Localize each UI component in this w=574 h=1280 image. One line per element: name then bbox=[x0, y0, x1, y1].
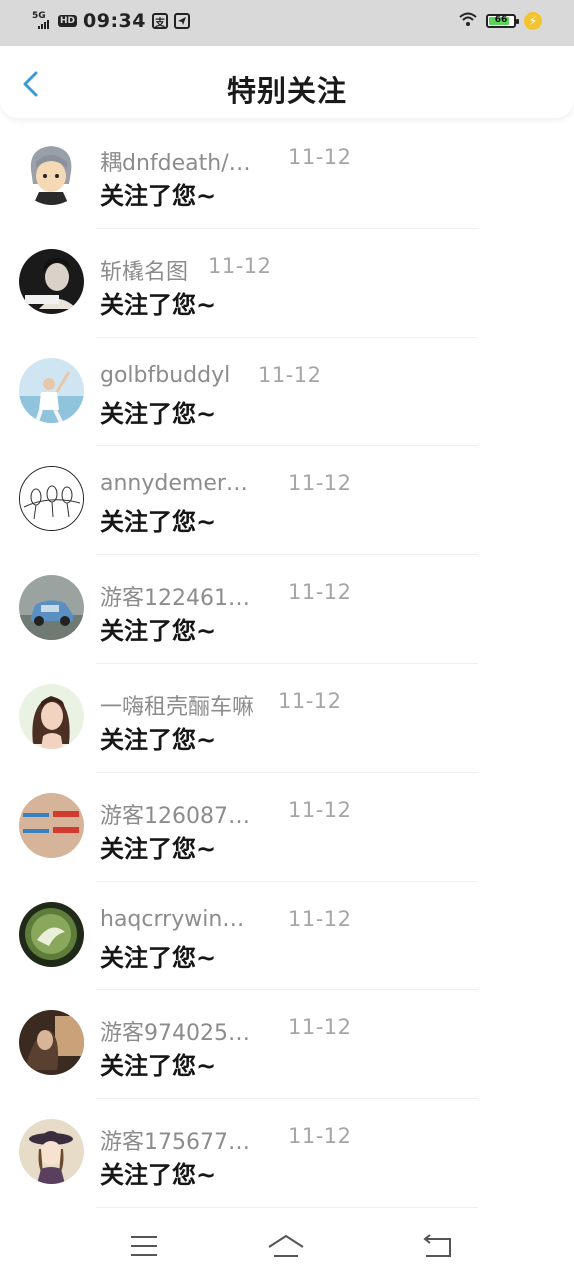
system-nav-bar bbox=[0, 1212, 574, 1280]
follow-date: 11-12 bbox=[288, 1124, 352, 1149]
follow-date: 11-12 bbox=[288, 471, 352, 496]
avatar[interactable] bbox=[19, 792, 84, 858]
list-item[interactable]: 游客126087… 11-12 关注了您~ bbox=[0, 773, 574, 882]
list-item[interactable]: 游客974025… 11-12 关注了您~ bbox=[0, 990, 574, 1100]
user-name: 耦dnfdeath/… bbox=[100, 151, 251, 176]
follow-message: 关注了您~ bbox=[100, 399, 217, 428]
send-icon bbox=[174, 13, 190, 29]
divider bbox=[96, 1206, 478, 1208]
follow-date: 11-12 bbox=[258, 362, 322, 387]
user-name: 游客122461… bbox=[100, 586, 250, 612]
user-name: haqcrrywin… bbox=[100, 906, 245, 932]
clock: 09:34 bbox=[83, 10, 146, 32]
list-item[interactable]: 游客122461… 11-12 关注了您~ bbox=[0, 555, 574, 664]
follow-list: 耦dnfdeath/… 11-12 关注了您~ 斩橇名图 11-12 关注了您~ bbox=[0, 120, 574, 1208]
menu-icon[interactable] bbox=[124, 1230, 164, 1262]
follow-message: 关注了您~ bbox=[100, 1052, 217, 1081]
follow-date: 11-12 bbox=[208, 253, 272, 278]
signal-icon: 5G bbox=[32, 11, 52, 31]
list-item[interactable]: 游客175677… 11-12 关注了您~ bbox=[0, 1099, 574, 1208]
user-name: 游客974025… bbox=[100, 1021, 250, 1047]
page-title: 特别关注 bbox=[226, 74, 347, 108]
user-name: annydemer… bbox=[100, 471, 248, 497]
bolt-icon: ⚡ bbox=[524, 12, 542, 30]
status-bar: 5G HD 09:34 支 66 ⚡ bbox=[0, 0, 574, 46]
avatar[interactable] bbox=[19, 140, 84, 205]
follow-message: 关注了您~ bbox=[100, 290, 217, 319]
follow-message: 关注了您~ bbox=[100, 725, 217, 754]
wifi-icon bbox=[458, 11, 478, 31]
follow-date: 11-12 bbox=[288, 797, 352, 822]
avatar[interactable] bbox=[19, 1010, 84, 1076]
follow-message: 关注了您~ bbox=[100, 834, 217, 863]
follow-message: 关注了您~ bbox=[100, 617, 217, 646]
user-name: golbfbuddyl bbox=[100, 362, 231, 388]
app-header: 特别关注 bbox=[0, 46, 574, 118]
hd-badge: HD bbox=[58, 15, 78, 27]
user-name: 斩橇名图 bbox=[100, 259, 189, 285]
list-item[interactable]: annydemer… 11-12 关注了您~ bbox=[0, 446, 574, 556]
follow-date: 11-12 bbox=[288, 145, 352, 169]
follow-date: 11-12 bbox=[288, 906, 352, 931]
avatar[interactable] bbox=[19, 1119, 84, 1185]
follow-message: 关注了您~ bbox=[100, 508, 217, 537]
battery-level: 66 bbox=[494, 15, 508, 25]
back-icon[interactable] bbox=[416, 1230, 456, 1262]
follow-date: 11-12 bbox=[288, 1015, 352, 1040]
avatar[interactable] bbox=[19, 683, 84, 749]
list-item[interactable]: golbfbuddyl 11-12 关注了您~ bbox=[0, 338, 574, 447]
follow-date: 11-12 bbox=[278, 688, 342, 713]
avatar[interactable] bbox=[19, 357, 84, 423]
list-item[interactable]: haqcrrywin… 11-12 关注了您~ bbox=[0, 882, 574, 991]
user-name: 一嗨租壳酾车嘛 bbox=[100, 694, 255, 720]
follow-date: 11-12 bbox=[288, 580, 352, 605]
avatar[interactable] bbox=[19, 901, 84, 967]
user-name: 游客175677… bbox=[100, 1130, 250, 1156]
user-name: 游客126087… bbox=[100, 803, 250, 829]
list-item[interactable]: 一嗨租壳酾车嘛 11-12 关注了您~ bbox=[0, 664, 574, 773]
avatar[interactable] bbox=[19, 575, 84, 641]
list-item[interactable]: 斩橇名图 11-12 关注了您~ bbox=[0, 229, 574, 338]
follow-message: 关注了您~ bbox=[100, 1161, 217, 1190]
avatar[interactable] bbox=[19, 466, 84, 532]
home-icon[interactable] bbox=[266, 1230, 306, 1262]
list-item[interactable]: 耦dnfdeath/… 11-12 关注了您~ bbox=[0, 120, 574, 229]
avatar[interactable] bbox=[19, 248, 84, 314]
follow-message: 关注了您~ bbox=[100, 182, 217, 210]
battery-icon: 66 bbox=[486, 14, 519, 28]
follow-message: 关注了您~ bbox=[100, 943, 217, 972]
alipay-icon: 支 bbox=[152, 13, 168, 29]
